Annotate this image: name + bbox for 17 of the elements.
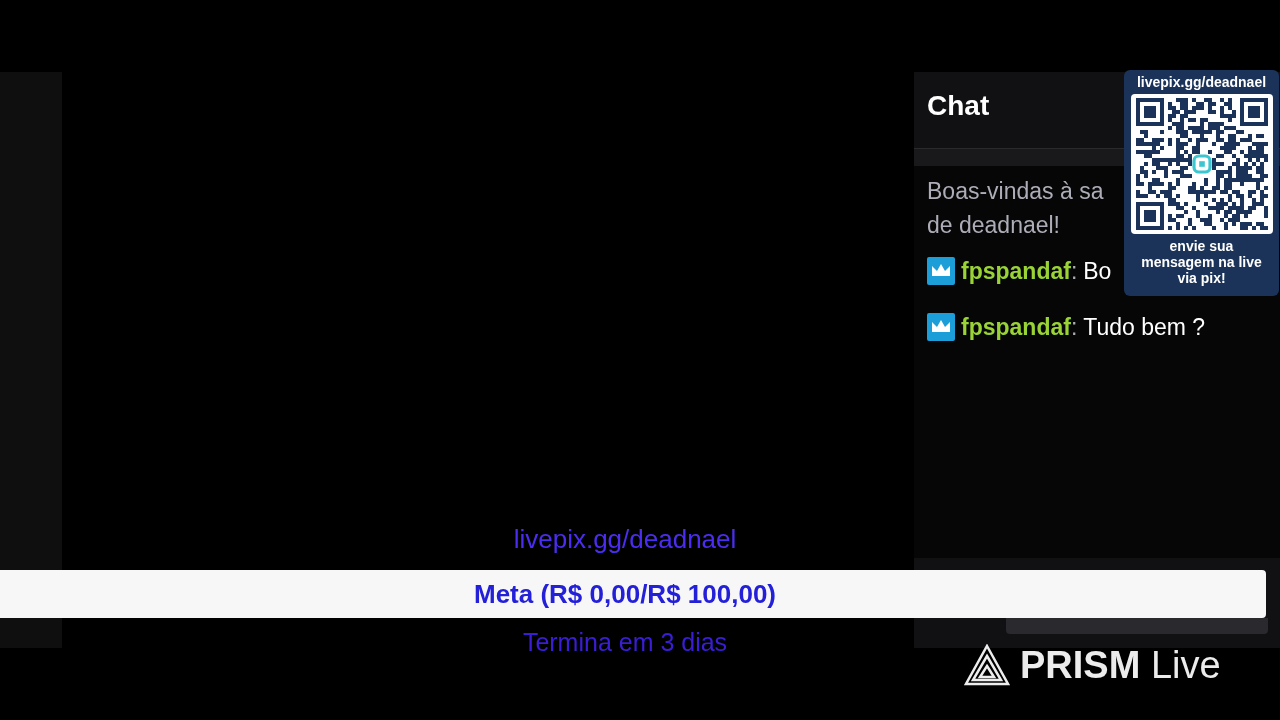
qr-caption: envie sua mensagem na live via pix! <box>1141 237 1262 286</box>
prism-live-logo: PRISM Live <box>1020 646 1221 684</box>
goal-deadline: Termina em 3 dias <box>521 630 729 655</box>
goal-link[interactable]: livepix.gg/deadnael <box>0 526 1250 552</box>
chat-username: fpspandaf <box>961 257 1071 286</box>
goal-label: Meta (R$ 0,00/R$ 100,00) <box>473 577 776 611</box>
prism-triangle-icon <box>964 644 1010 686</box>
chat-username: fpspandaf <box>961 313 1071 342</box>
chat-title: Chat <box>927 92 990 120</box>
colon-separator: : <box>1070 313 1078 342</box>
qr-url: livepix.gg/deadnael <box>1136 74 1267 92</box>
welcome-message: de deadnael! <box>927 211 1061 240</box>
colon-separator: : <box>1070 257 1078 286</box>
chat-message-text: Tudo bem ? <box>1083 313 1206 342</box>
chat-message-text: Bo <box>1083 257 1112 286</box>
welcome-message: Boas-vindas à sa <box>927 177 1104 206</box>
chat-input-bar[interactable] <box>1006 618 1268 634</box>
